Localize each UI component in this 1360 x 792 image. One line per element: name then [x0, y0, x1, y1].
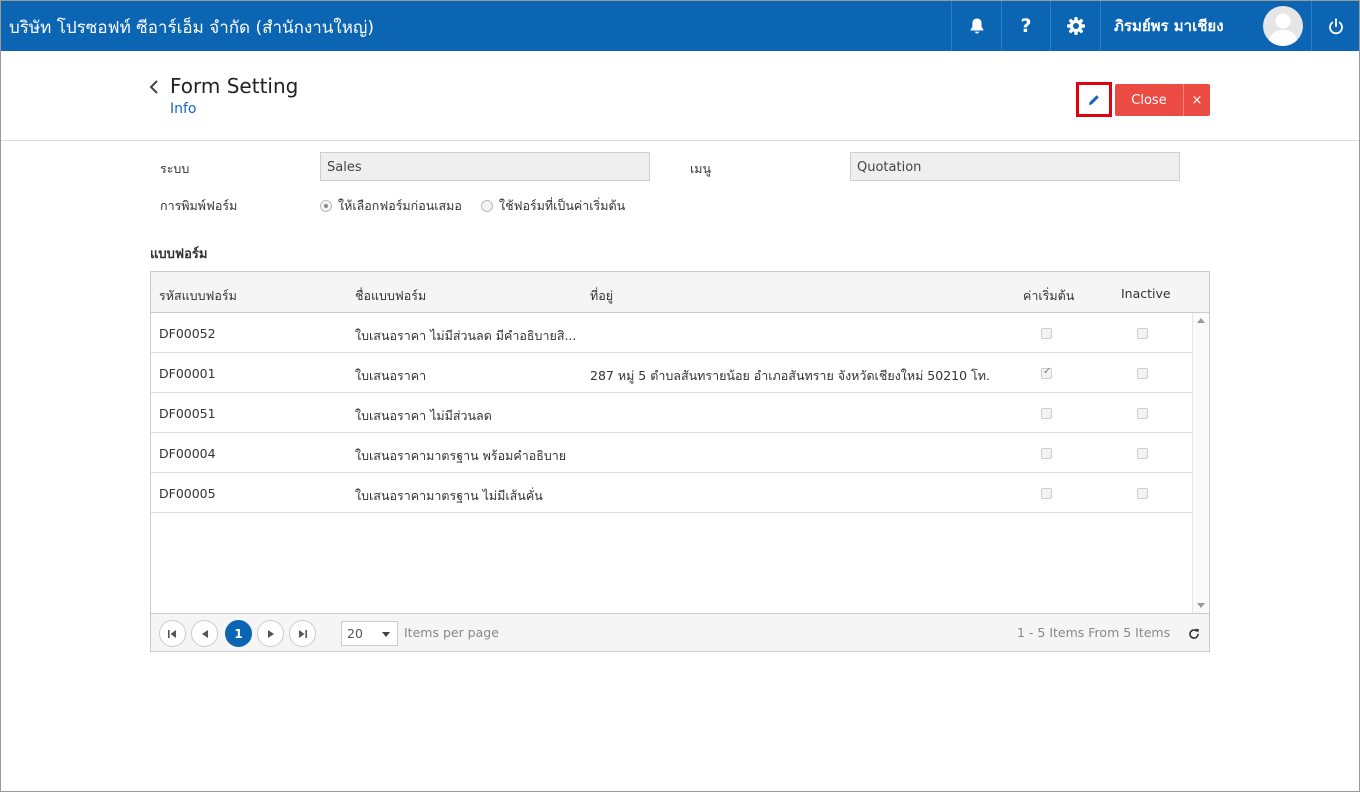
- close-button[interactable]: Close ×: [1115, 84, 1210, 116]
- table-row[interactable]: DF00051 ใบเสนอราคา ไม่มีส่วนลด: [151, 393, 1192, 433]
- page-subtitle[interactable]: Info: [170, 101, 197, 117]
- column-header-address[interactable]: ที่อยู่: [590, 286, 613, 306]
- inactive-checkbox[interactable]: [1137, 368, 1148, 379]
- close-icon[interactable]: ×: [1184, 84, 1210, 116]
- next-page-button[interactable]: [257, 620, 284, 647]
- top-bar: บริษัท โปรซอฟท์ ซีอาร์เอ็ม จำกัด (สำนักง…: [1, 1, 1359, 51]
- chevron-left-icon: [149, 80, 158, 94]
- inactive-checkbox[interactable]: [1137, 448, 1148, 459]
- first-page-button[interactable]: [159, 620, 186, 647]
- cell-name: ใบเสนอราคามาตรฐาน ไม่มีเส้นคั่น: [355, 488, 543, 503]
- vertical-scrollbar[interactable]: [1192, 313, 1209, 613]
- page-header: Form Setting Info Close ×: [1, 51, 1359, 141]
- radio-label: ให้เลือกฟอร์มก่อนเสมอ: [338, 198, 462, 213]
- radio-label: ใช้ฟอร์มที่เป็นค่าเริ่มต้น: [499, 198, 626, 213]
- company-name: บริษัท โปรซอฟท์ ซีอาร์เอ็ม จำกัด (สำนักง…: [9, 18, 375, 38]
- system-label: ระบบ: [160, 161, 190, 176]
- radio-dot: [481, 200, 493, 212]
- page-size-select[interactable]: 20: [341, 621, 398, 646]
- refresh-icon: [1189, 628, 1199, 639]
- user-silhouette-icon: [1268, 13, 1298, 46]
- default-checkbox[interactable]: [1041, 448, 1052, 459]
- back-button[interactable]: [149, 79, 159, 99]
- cell-code: DF00001: [159, 366, 216, 381]
- radio-always-choose[interactable]: ให้เลือกฟอร์มก่อนเสมอ: [320, 196, 462, 216]
- pager-summary: 1 - 5 Items From 5 Items: [1017, 625, 1171, 640]
- first-page-icon: [168, 629, 176, 638]
- user-menu[interactable]: ภิรมย์พร มาเชียง: [1100, 1, 1238, 51]
- prev-page-icon: [201, 629, 208, 638]
- logout-button[interactable]: [1311, 1, 1359, 51]
- cell-code: DF00004: [159, 446, 216, 461]
- menu-label: เมนู: [690, 161, 712, 176]
- gear-icon: [1066, 17, 1085, 35]
- radio-use-default[interactable]: ใช้ฟอร์มที่เป็นค่าเริ่มต้น: [481, 196, 625, 216]
- settings-button[interactable]: [1050, 1, 1100, 51]
- question-icon: ?: [1020, 15, 1032, 37]
- print-form-label: การพิมพ์ฟอร์ม: [160, 198, 238, 213]
- column-header-default[interactable]: ค่าเริ่มต้น: [1023, 286, 1074, 306]
- inactive-checkbox[interactable]: [1137, 408, 1148, 419]
- bell-icon: [970, 18, 983, 34]
- column-header-inactive[interactable]: Inactive: [1121, 286, 1171, 301]
- chevron-down-icon: [382, 632, 390, 637]
- next-page-icon: [267, 629, 274, 638]
- notifications-button[interactable]: [951, 1, 1001, 51]
- default-checkbox[interactable]: [1041, 366, 1052, 379]
- column-header-name[interactable]: ชื่อแบบฟอร์ม: [355, 286, 426, 306]
- default-checkbox[interactable]: [1041, 488, 1052, 499]
- cell-name: ใบเสนอราคา: [355, 368, 427, 383]
- page-title: Form Setting: [170, 74, 299, 98]
- table-row[interactable]: DF00005 ใบเสนอราคามาตรฐาน ไม่มีเส้นคั่น: [151, 473, 1192, 513]
- prev-page-button[interactable]: [191, 620, 218, 647]
- forms-grid: รหัสแบบฟอร์ม ชื่อแบบฟอร์ม ที่อยู่ ค่าเริ…: [150, 271, 1210, 652]
- column-header-code[interactable]: รหัสแบบฟอร์ม: [159, 286, 237, 306]
- items-per-page-label: Items per page: [404, 625, 499, 640]
- last-page-button[interactable]: [289, 620, 316, 647]
- table-row[interactable]: DF00052 ใบเสนอราคา ไม่มีส่วนลด มีคำอธิบา…: [151, 313, 1192, 353]
- help-button[interactable]: ?: [1001, 1, 1050, 51]
- edit-button[interactable]: [1076, 82, 1112, 117]
- cell-name: ใบเสนอราคา ไม่มีส่วนลด มีคำอธิบายสิ...: [355, 328, 577, 343]
- last-page-icon: [299, 629, 307, 638]
- menu-field: Quotation: [850, 152, 1180, 181]
- table-row[interactable]: DF00004 ใบเสนอราคามาตรฐาน พร้อมคำอธิบาย: [151, 433, 1192, 473]
- cell-code: DF00052: [159, 326, 216, 341]
- inactive-checkbox[interactable]: [1137, 328, 1148, 339]
- cell-code: DF00051: [159, 406, 216, 421]
- default-checkbox[interactable]: [1041, 408, 1052, 419]
- grid-header: รหัสแบบฟอร์ม ชื่อแบบฟอร์ม ที่อยู่ ค่าเริ…: [151, 272, 1209, 313]
- scroll-down-icon[interactable]: [1197, 603, 1205, 608]
- scroll-up-icon[interactable]: [1197, 318, 1205, 323]
- power-icon: [1328, 17, 1343, 34]
- page-number-button[interactable]: 1: [225, 620, 252, 647]
- table-row[interactable]: DF00001 ใบเสนอราคา 287 หมู่ 5 ตำบลสันทรา…: [151, 353, 1192, 393]
- pager: 1 20 Items per page 1 - 5 Items From 5 I…: [151, 613, 1209, 651]
- avatar-button[interactable]: [1259, 1, 1307, 51]
- avatar: [1263, 6, 1303, 46]
- pencil-icon: [1089, 94, 1099, 105]
- system-field: Sales: [320, 152, 650, 181]
- cell-name: ใบเสนอราคามาตรฐาน พร้อมคำอธิบาย: [355, 448, 567, 463]
- radio-dot: [320, 200, 332, 212]
- inactive-checkbox[interactable]: [1137, 488, 1148, 499]
- page-size-value: 20: [347, 626, 363, 641]
- refresh-button[interactable]: [1188, 625, 1200, 644]
- cell-name: ใบเสนอราคา ไม่มีส่วนลด: [355, 408, 492, 423]
- user-name: ภิรมย์พร มาเชียง: [1114, 17, 1224, 35]
- default-checkbox[interactable]: [1041, 328, 1052, 339]
- section-title: แบบฟอร์ม: [150, 247, 208, 262]
- close-button-label: Close: [1115, 84, 1184, 116]
- cell-address: 287 หมู่ 5 ตำบลสันทรายน้อย อำเภอสันทราย …: [590, 368, 990, 383]
- cell-code: DF00005: [159, 486, 216, 501]
